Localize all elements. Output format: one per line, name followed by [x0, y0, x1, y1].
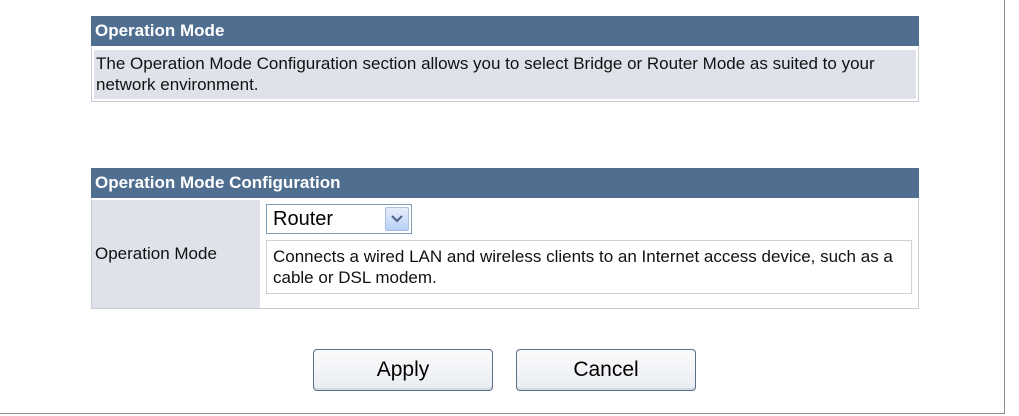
operation-mode-description-text: Connects a wired LAN and wireless client… — [266, 240, 912, 294]
operation-mode-select-value: Router — [273, 207, 334, 230]
cancel-button[interactable]: Cancel — [516, 349, 696, 391]
configuration-row: Operation Mode Router Connects a wired L… — [91, 198, 919, 309]
operation-mode-configuration-section: Operation Mode Configuration Operation M… — [91, 168, 919, 309]
operation-mode-description-box: The Operation Mode Configuration section… — [91, 46, 919, 102]
operation-mode-select[interactable]: Router — [266, 204, 412, 234]
configuration-header: Operation Mode Configuration — [91, 168, 919, 198]
operation-mode-section: Operation Mode The Operation Mode Config… — [91, 16, 919, 102]
operation-mode-value-cell: Router Connects a wired LAN and wireless… — [262, 200, 918, 308]
apply-button[interactable]: Apply — [313, 349, 493, 391]
operation-mode-header: Operation Mode — [91, 16, 919, 46]
operation-mode-label: Operation Mode — [92, 200, 262, 308]
operation-mode-description: The Operation Mode Configuration section… — [94, 50, 916, 99]
chevron-down-icon[interactable] — [385, 207, 409, 231]
